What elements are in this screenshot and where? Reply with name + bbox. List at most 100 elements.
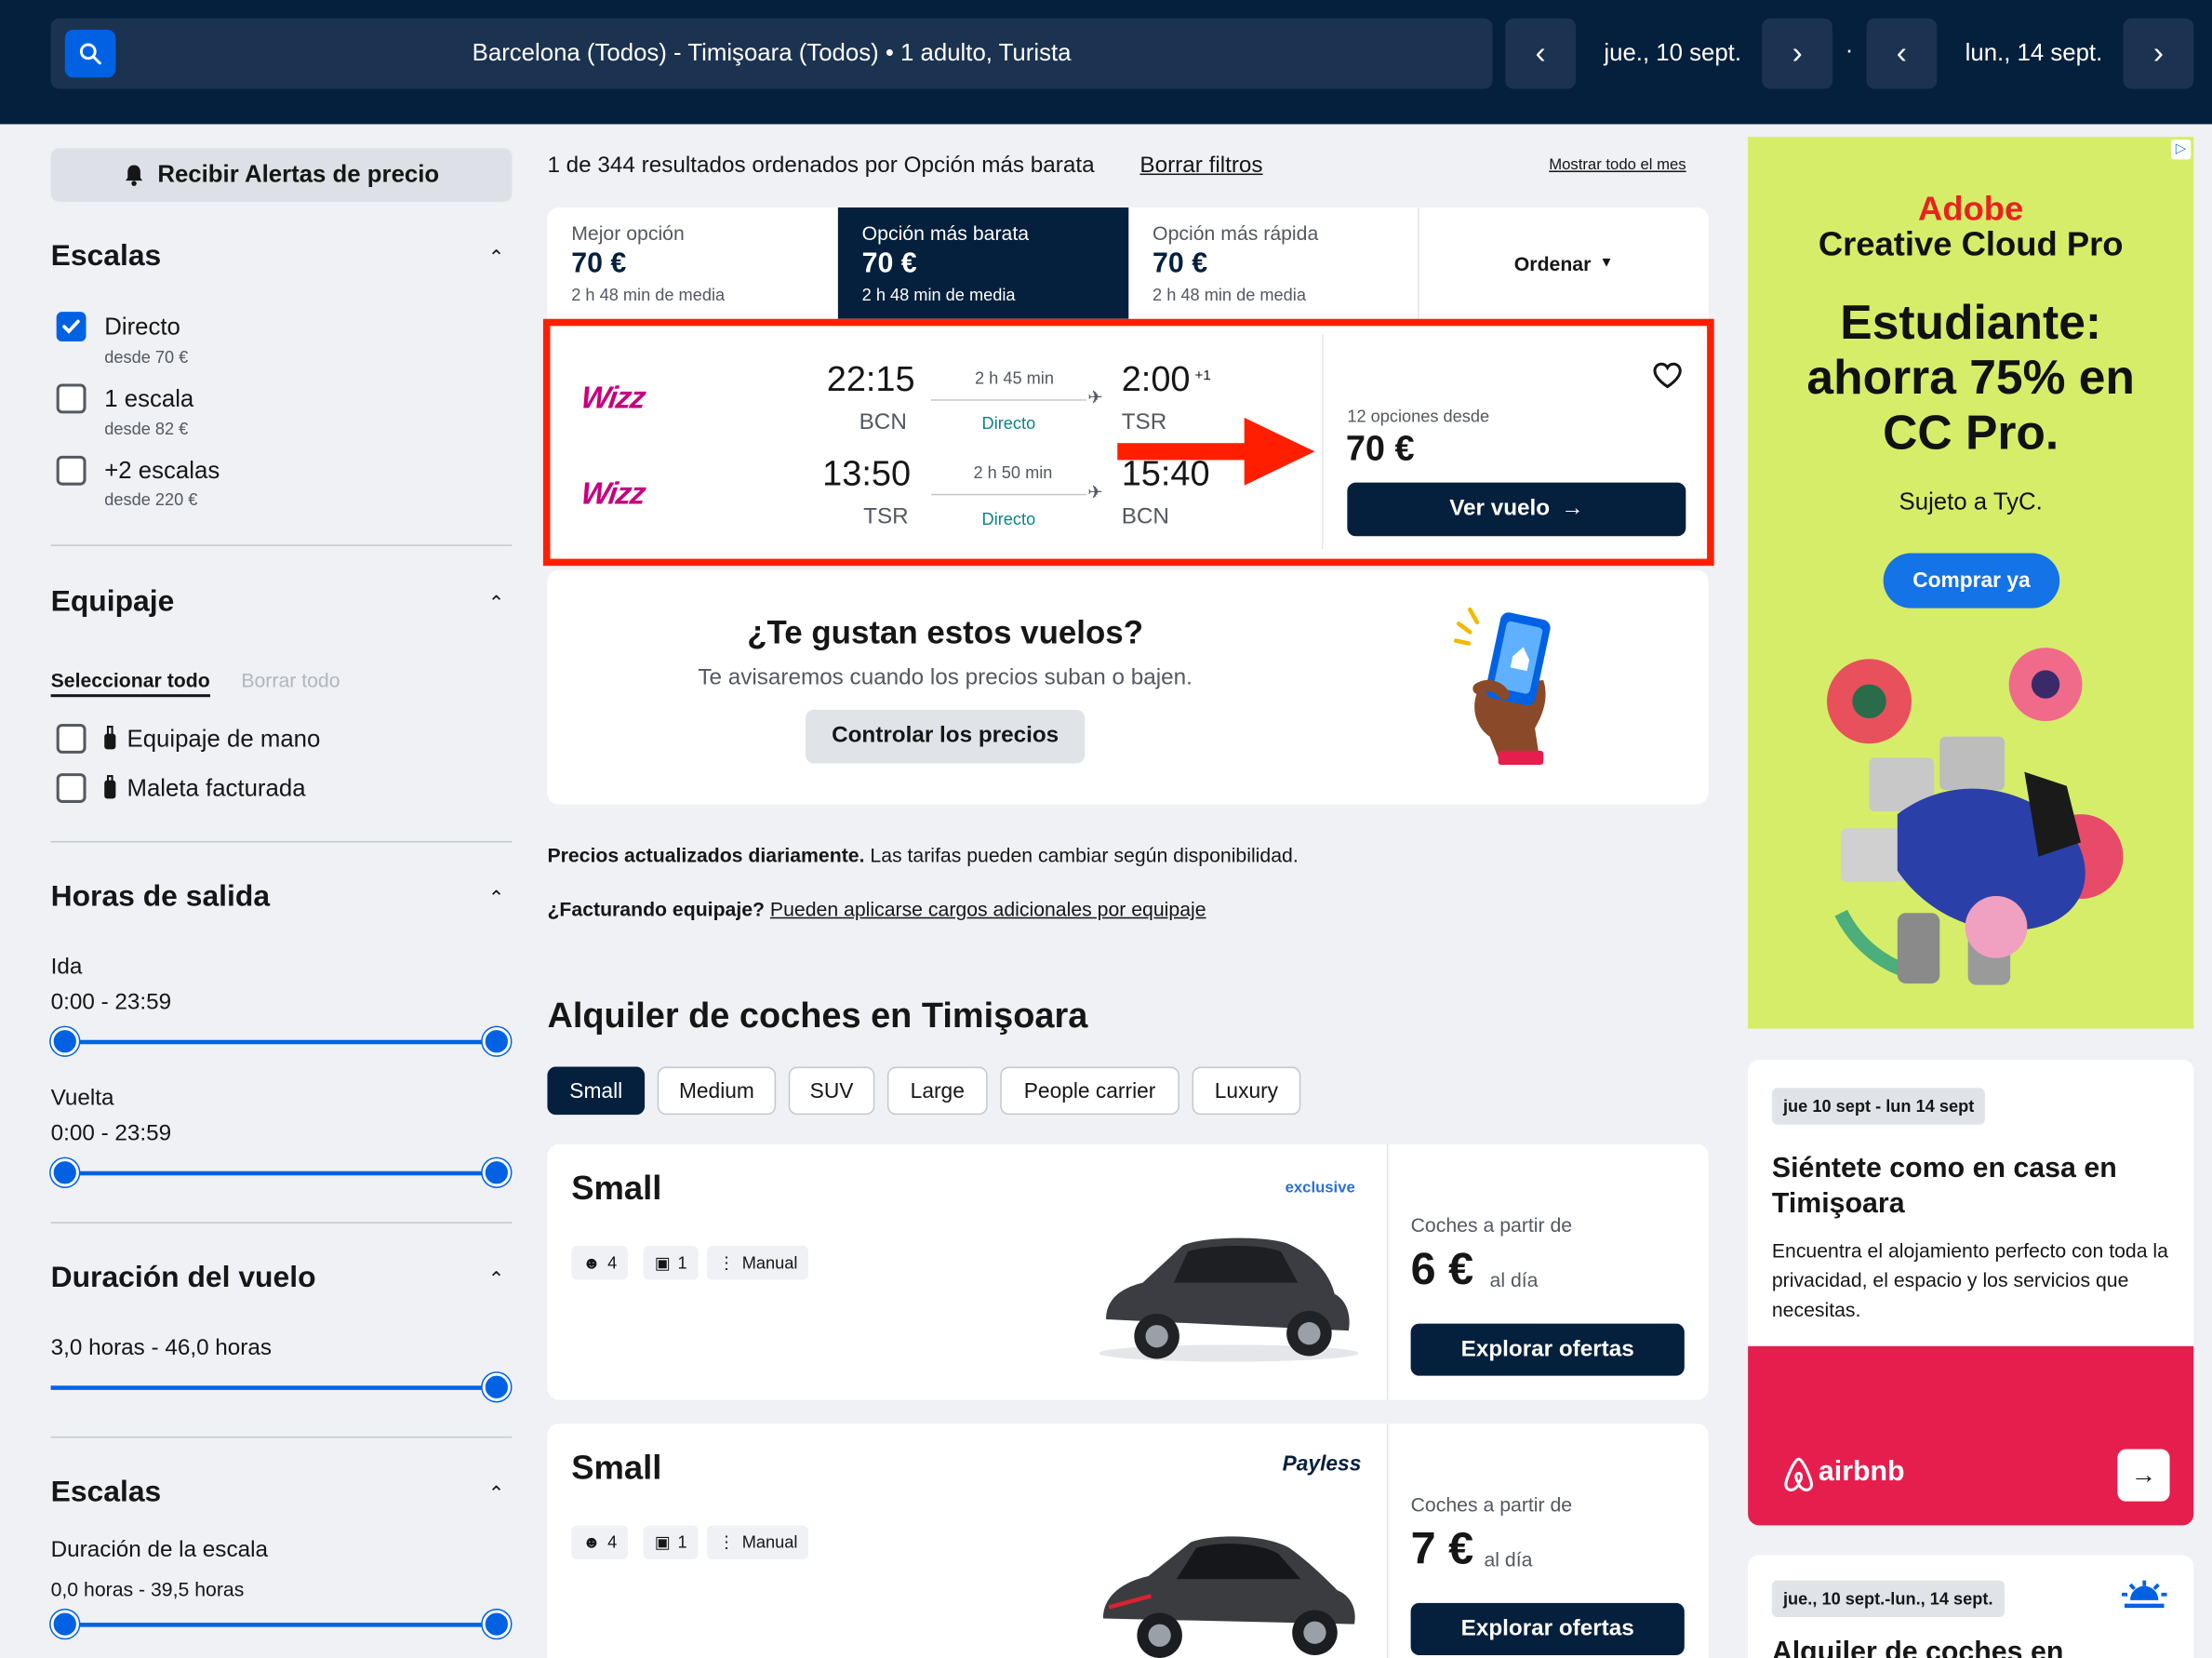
track-prices-button[interactable]: Controlar los precios (805, 709, 1086, 764)
chevron-up-icon[interactable]: ⌃ (488, 1267, 505, 1291)
bags-count: 1 (677, 1532, 687, 1553)
car-class: Small (571, 1449, 662, 1488)
return-slider-min-handle[interactable] (50, 1158, 79, 1187)
price-alert-label: Recibir Alertas de precio (157, 160, 440, 188)
stops-one-checkbox[interactable] (56, 383, 87, 414)
stops-two-checkbox[interactable] (56, 455, 87, 486)
search-summary-box[interactable]: Barcelona (Todos) - Timişoara (Todos) • … (50, 18, 1493, 89)
ad-brand: Adobe (1918, 190, 2024, 229)
baggage-fees-link[interactable]: Pueden aplicarse cargos adicionales por … (770, 898, 1206, 920)
ad-cta-button[interactable]: Comprar ya (1883, 553, 2060, 608)
bags-spec: ▣ 1 (643, 1525, 699, 1559)
caret-down-icon: ▼ (1599, 255, 1614, 272)
person-icon: ☻ (582, 1532, 601, 1553)
prev-out-date-button[interactable]: ‹ (1505, 18, 1577, 89)
select-all-link[interactable]: Seleccionar todo (50, 669, 210, 698)
car-filter-people-carrier[interactable]: People carrier (1000, 1066, 1179, 1116)
car-filter-small[interactable]: Small (547, 1066, 646, 1116)
divider (50, 1222, 513, 1223)
seats-count: 4 (607, 1252, 618, 1273)
return-slider-track[interactable] (64, 1170, 497, 1176)
stops-direct-price: desde 70 € (104, 347, 189, 368)
chevron-up-icon[interactable]: ⌃ (488, 246, 505, 270)
transmission-type: Manual (741, 1532, 798, 1553)
car-price: 6 € (1410, 1243, 1474, 1294)
stops-direct-checkbox[interactable] (56, 312, 87, 342)
clear-all-link[interactable]: Borrar todo (241, 669, 340, 691)
tab-duration: 2 h 48 min de media (861, 285, 1016, 305)
car-rental-card[interactable]: jue., 10 sept.-lun., 14 sept. Alquiler d… (1748, 1555, 2194, 1658)
car-offer-card[interactable]: Small Payless ☻ 4 ▣ 1 ⋮ Manual Coches a par… (547, 1424, 1709, 1658)
next-back-date-button[interactable]: › (2123, 18, 2194, 89)
outbound-date[interactable]: jue., 10 sept. (1604, 39, 1741, 67)
baggage-heading: Equipaje (50, 585, 175, 619)
tab-duration: 2 h 48 min de media (571, 285, 726, 305)
chevron-right-icon: › (1792, 34, 1803, 71)
bell-icon (125, 165, 142, 186)
airbnb-date-tag: jue 10 sept - lun 14 sept (1771, 1088, 1986, 1125)
outbound-slider-max-handle[interactable] (482, 1027, 512, 1056)
return-slider-max-handle[interactable] (482, 1158, 512, 1187)
tab-best[interactable]: Mejor opción 70 € 2 h 48 min de media (547, 207, 837, 319)
explore-offers-button[interactable]: Explorar ofertas (1410, 1602, 1685, 1655)
car-price: 7 € (1410, 1522, 1474, 1574)
car-filter-medium[interactable]: Medium (657, 1066, 777, 1116)
airbnb-logo-icon (1784, 1457, 1813, 1491)
layover-slider-max-handle[interactable] (482, 1610, 512, 1638)
cabin-bag-label[interactable]: Equipaje de mano (127, 726, 320, 754)
show-month-link[interactable]: Mostrar todo el mes (1549, 156, 1686, 173)
outbound-slider-min-handle[interactable] (50, 1027, 79, 1056)
ad-terms: Sujeto a TyC. (1899, 488, 2043, 515)
car-card-date-tag: jue., 10 sept.-lun., 14 sept. (1771, 1580, 2005, 1618)
airbnb-card[interactable]: jue 10 sept - lun 14 sept Siéntete como … (1748, 1059, 2194, 1526)
outbound-slider-track[interactable] (64, 1039, 497, 1045)
duration-slider-track[interactable] (50, 1385, 497, 1390)
bags-count: 1 (677, 1252, 687, 1273)
per-day-label: al día (1489, 1268, 1539, 1291)
explore-offers-button[interactable]: Explorar ofertas (1410, 1323, 1685, 1376)
layover-slider-min-handle[interactable] (50, 1610, 79, 1638)
divider (50, 544, 513, 546)
car-filter-large[interactable]: Large (886, 1066, 988, 1116)
layover-slider-track[interactable] (64, 1623, 497, 1627)
prev-back-date-button[interactable]: ‹ (1866, 18, 1938, 89)
arrow-right-icon: → (2130, 1460, 2157, 1490)
tab-cheapest[interactable]: Opción más barata 70 € 2 h 48 min de med… (837, 207, 1129, 319)
chevron-up-icon[interactable]: ⌃ (488, 591, 505, 615)
car-filter-suv[interactable]: SUV (788, 1066, 875, 1116)
tab-fastest[interactable]: Opción más rápida 70 € 2 h 48 min de med… (1128, 207, 1419, 319)
card-divider (1386, 1424, 1389, 1658)
cabin-bag-checkbox[interactable] (56, 724, 87, 754)
ad-choices-icon[interactable]: ▷ (2171, 140, 2192, 160)
car-class: Small (571, 1170, 662, 1209)
date-separator: · (1845, 36, 1854, 64)
check-icon (62, 319, 80, 334)
car-filter-luxury[interactable]: Luxury (1192, 1066, 1301, 1116)
price-alert-button[interactable]: Recibir Alertas de precio (50, 148, 513, 202)
airbnb-logo-text: airbnb (1818, 1456, 1905, 1488)
checked-bag-checkbox[interactable] (56, 773, 87, 803)
seats-count: 4 (607, 1532, 618, 1553)
chevron-right-icon: › (2152, 34, 2164, 71)
checked-bag-label[interactable]: Maleta facturada (127, 775, 305, 803)
price-tracking-card: ¿Te gustan estos vuelos? Te avisaremos c… (547, 569, 1709, 805)
stops-two-price: desde 220 € (104, 489, 198, 510)
stops-one-label[interactable]: 1 escala (104, 385, 193, 413)
route-summary: Barcelona (Todos) - Timişoara (Todos) • … (472, 39, 1072, 67)
clear-filters-link[interactable]: Borrar filtros (1139, 154, 1262, 179)
ad-headline: Estudiante: ahorra 75% en CC Pro. (1806, 296, 2135, 461)
duration-slider-handle[interactable] (482, 1372, 512, 1401)
daily-update-notice: Precios actualizados diariamente. Las ta… (547, 844, 1298, 866)
airbnb-arrow-button[interactable]: → (2117, 1449, 2170, 1502)
stops-direct-label[interactable]: Directo (104, 314, 180, 341)
chevron-up-icon[interactable]: ⌃ (488, 886, 505, 910)
stops-two-label[interactable]: +2 escalas (104, 457, 220, 485)
return-label: Vuelta (50, 1086, 114, 1111)
adobe-ad-banner[interactable]: ▷ Adobe Creative Cloud Pro Estudiante: a… (1748, 137, 2194, 1029)
return-date[interactable]: lun., 14 sept. (1965, 39, 2103, 67)
sort-dropdown[interactable]: Ordenar ▼ (1419, 207, 1709, 319)
top-search-bar: Barcelona (Todos) - Timişoara (Todos) • … (0, 0, 2212, 125)
next-out-date-button[interactable]: › (1762, 18, 1833, 89)
car-offer-card[interactable]: Small exclusive ☻ 4 ▣ 1 ⋮ Manual Coches a p… (547, 1143, 1709, 1400)
chevron-up-icon[interactable]: ⌃ (488, 1481, 505, 1505)
